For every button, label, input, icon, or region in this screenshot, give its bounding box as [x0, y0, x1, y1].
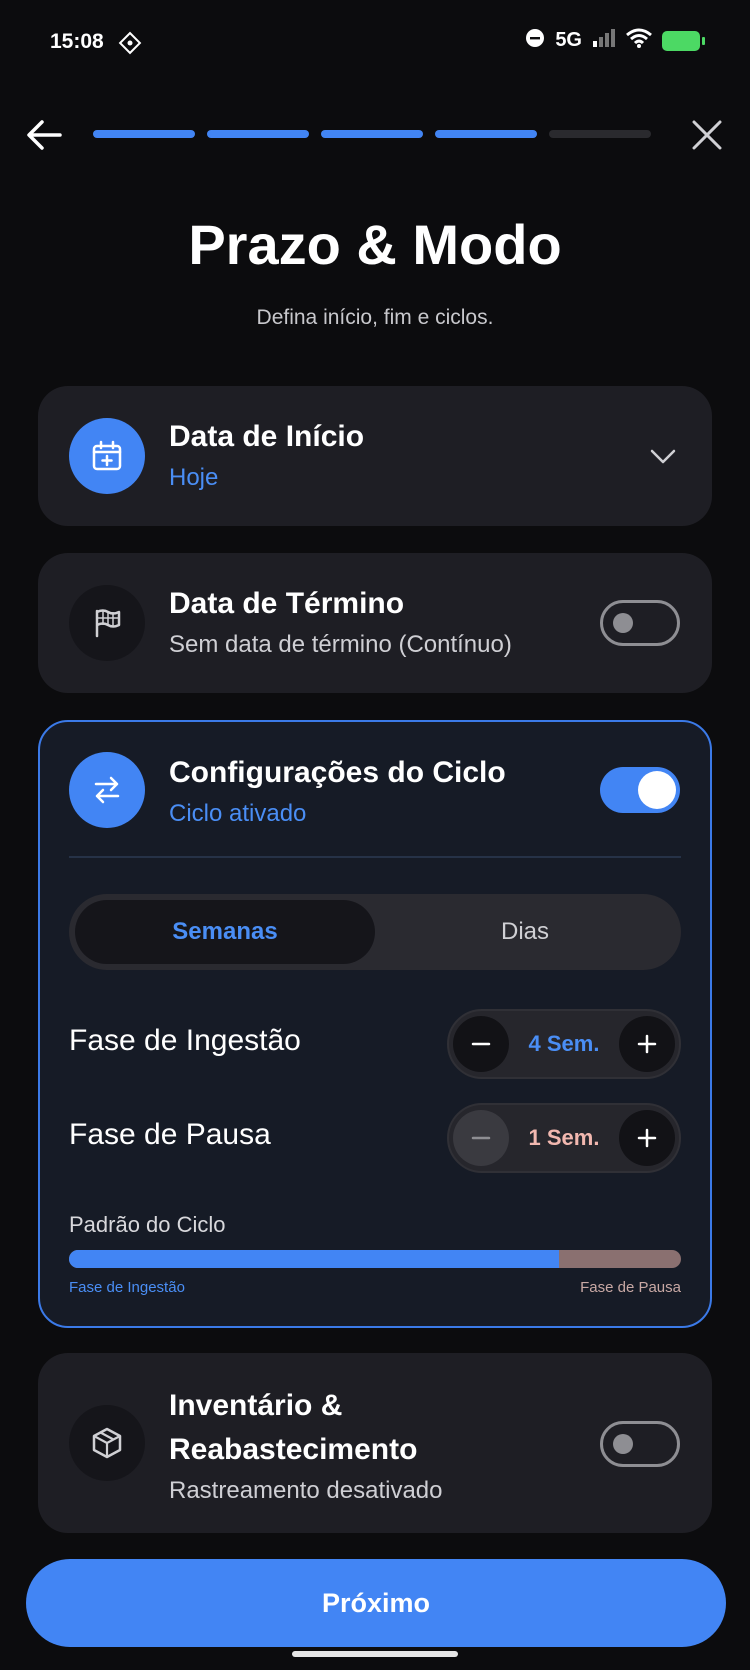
cycle-status: Ciclo ativado: [169, 800, 307, 827]
signal-icon: [592, 28, 616, 53]
end-date-title: Data de Término: [169, 587, 405, 620]
divider: [69, 856, 681, 858]
location-icon: [118, 31, 142, 60]
plus-icon: [637, 1034, 657, 1054]
pause-increment-button[interactable]: [619, 1110, 675, 1166]
plus-icon: [637, 1128, 657, 1148]
swap-arrows-icon: [69, 752, 145, 828]
chevron-down-icon[interactable]: [648, 441, 678, 476]
inventory-status: Rastreamento desativado: [169, 1477, 443, 1504]
page-title: Prazo & Modo: [188, 213, 562, 276]
inventory-title-line2: Reabastecimento: [169, 1433, 418, 1466]
cycle-unit-selector: Semanas Dias: [69, 894, 681, 970]
cycle-pattern-intake-caption: Fase de Ingestão: [69, 1279, 185, 1296]
close-button[interactable]: [684, 112, 730, 158]
intake-phase-value: 4 Sem.: [528, 1031, 600, 1056]
cycle-pattern-intake-fill: [69, 1250, 559, 1268]
close-icon: [692, 120, 722, 150]
battery-icon: [662, 30, 705, 51]
network-type: 5G: [555, 29, 582, 51]
start-date-title: Data de Início: [169, 420, 365, 453]
minus-icon: [471, 1042, 491, 1046]
cycle-pattern-label: Padrão do Ciclo: [69, 1212, 226, 1237]
intake-increment-button[interactable]: [619, 1016, 675, 1072]
cycle-pattern-bar: [69, 1250, 681, 1268]
inventory-title-line1: Inventário &: [169, 1389, 343, 1422]
page-subtitle: Defina início, fim e ciclos.: [256, 306, 494, 329]
progress-step: [207, 130, 309, 138]
end-date-card: Data de Término Sem data de término (Con…: [38, 553, 712, 693]
cycle-title: Configurações do Ciclo: [169, 756, 506, 789]
start-date-card[interactable]: Data de Início Hoje: [38, 386, 712, 526]
end-date-toggle[interactable]: [600, 600, 680, 646]
pause-decrement-button[interactable]: [453, 1110, 509, 1166]
wifi-icon: [626, 28, 652, 53]
unit-option-days[interactable]: Dias: [375, 900, 675, 964]
status-indicators: 5G: [525, 28, 705, 53]
intake-phase-stepper: 4 Sem.: [447, 1009, 681, 1079]
cycle-settings-card: Configurações do Ciclo Ciclo ativado Sem…: [38, 720, 712, 1328]
inventory-toggle[interactable]: [600, 1421, 680, 1467]
box-icon: [69, 1405, 145, 1481]
start-date-value: Hoje: [169, 464, 219, 491]
pause-phase-label: Fase de Pausa: [69, 1118, 271, 1151]
intake-phase-label: Fase de Ingestão: [69, 1024, 301, 1057]
flag-icon: [69, 585, 145, 661]
back-button[interactable]: [22, 112, 68, 158]
progress-step: [321, 130, 423, 138]
home-indicator: [292, 1651, 458, 1657]
progress-step: [549, 130, 651, 138]
progress-step: [93, 130, 195, 138]
pause-phase-stepper: 1 Sem.: [447, 1103, 681, 1173]
dnd-icon: [525, 28, 545, 53]
pause-phase-value: 1 Sem.: [528, 1125, 600, 1150]
next-button[interactable]: Próximo: [26, 1559, 726, 1647]
arrow-left-icon: [27, 120, 62, 150]
intake-decrement-button[interactable]: [453, 1016, 509, 1072]
minus-icon: [471, 1136, 491, 1140]
end-date-value: Sem data de término (Contínuo): [169, 631, 512, 658]
calendar-icon: [69, 418, 145, 494]
status-time: 15:08: [50, 30, 104, 53]
inventory-card: Inventário & Reabastecimento Rastreament…: [38, 1353, 712, 1533]
cycle-pattern-pause-caption: Fase de Pausa: [580, 1279, 681, 1296]
progress-step: [435, 130, 537, 138]
unit-option-weeks[interactable]: Semanas: [75, 900, 375, 964]
cycle-toggle[interactable]: [600, 767, 680, 813]
step-progress: [93, 130, 651, 138]
